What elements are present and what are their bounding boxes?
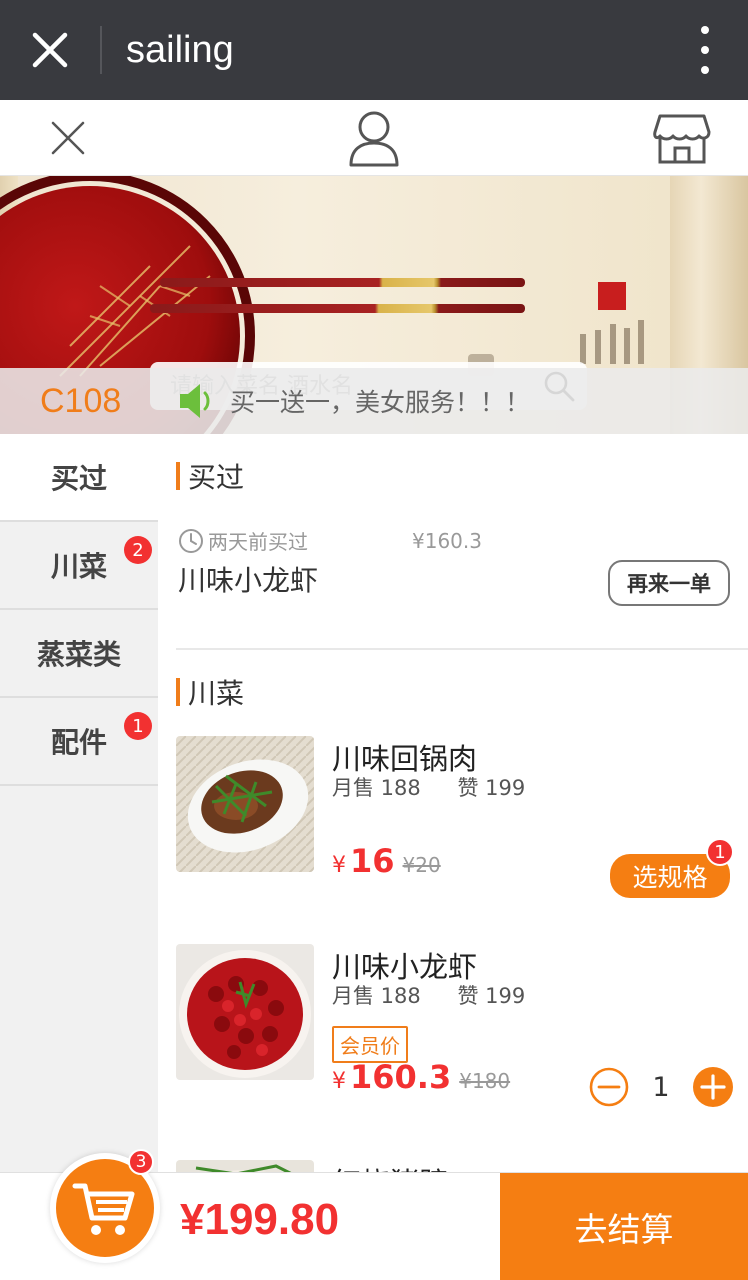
currency-symbol: ¥	[332, 1069, 346, 1094]
section-divider	[176, 648, 748, 650]
sidebar-item-bought[interactable]: 买过	[0, 434, 158, 522]
dish-photo-image	[176, 944, 314, 1080]
dish-price: 160.3	[350, 1058, 452, 1096]
sidebar-item-sichuan[interactable]: 川菜 2	[0, 522, 158, 610]
original-price: ¥180	[459, 1069, 511, 1093]
price-row: ¥ 16 ¥20	[332, 842, 441, 880]
store-button[interactable]	[650, 108, 714, 168]
more-dot	[701, 46, 709, 54]
quantity-value: 1	[652, 1071, 670, 1103]
dish-photo[interactable]	[176, 736, 314, 872]
dish-item: 川味小龙虾 月售 188 赞 199 会员价 ¥ 160.3 ¥180 1	[176, 944, 746, 1114]
user-button[interactable]	[344, 108, 404, 168]
cart-icon	[72, 1183, 135, 1235]
sidebar-item-label: 川菜	[50, 550, 107, 583]
dish-item: 红烧猪蹄	[176, 1160, 746, 1172]
dish-stats: 月售 188 赞 199	[332, 772, 525, 802]
sidebar-item-label: 蒸菜类	[36, 638, 121, 671]
monthly-sales: 月售 188	[332, 776, 421, 800]
banner-seal	[598, 282, 626, 310]
dish-price: 16	[350, 842, 395, 880]
category-count-badge: 1	[124, 712, 152, 740]
close-page-button[interactable]	[40, 108, 96, 168]
clock-icon	[179, 528, 203, 553]
original-price: ¥20	[402, 853, 441, 877]
history-time: 两天前买过	[208, 530, 308, 554]
likes-count: 赞 199	[457, 984, 526, 1008]
close-window-button[interactable]	[0, 0, 100, 100]
dish-item: 川味回锅肉 月售 188 赞 199 ¥ 16 ¥20 选规格 1	[176, 736, 746, 906]
category-count-badge: 2	[124, 536, 152, 564]
table-number: C108	[40, 381, 122, 420]
quantity-stepper: 1	[588, 1066, 734, 1108]
section-accent-bar	[176, 678, 180, 706]
dish-photo[interactable]	[176, 944, 314, 1080]
sidebar-item-label: 买过	[50, 462, 107, 495]
store-icon	[653, 114, 711, 164]
sidebar-item-steamed[interactable]: 蒸菜类	[0, 610, 158, 698]
currency-symbol: ¥	[332, 853, 346, 878]
cart-total: ¥199.80	[180, 1195, 340, 1244]
category-sidebar: 买过 川菜 2 蒸菜类 配件 1	[0, 434, 158, 1172]
title-separator	[100, 26, 102, 74]
more-dot	[701, 66, 709, 74]
banner-chopstick	[160, 278, 525, 287]
more-dot	[701, 26, 709, 34]
section-accent-bar	[176, 462, 180, 490]
history-meta: 两天前买过 ¥160.3	[178, 526, 738, 555]
sidebar-item-label: 配件	[50, 726, 107, 759]
history-price: ¥160.3	[412, 528, 482, 553]
cart-count-badge: 3	[128, 1149, 154, 1175]
close-icon	[51, 121, 85, 155]
selected-count-badge: 1	[706, 838, 734, 866]
reorder-button[interactable]: 再来一单	[608, 560, 730, 606]
monthly-sales: 月售 188	[332, 984, 421, 1008]
likes-count: 赞 199	[457, 776, 526, 800]
plus-icon[interactable]	[692, 1066, 734, 1108]
banner-chopstick	[150, 304, 525, 313]
section-title-text: 买过	[188, 461, 245, 494]
dish-photo-image	[176, 1160, 314, 1172]
section-title-sichuan: 川菜	[176, 672, 244, 712]
dish-photo-image	[176, 736, 314, 872]
announcement-text: 买一送一，美女服务！！！	[230, 388, 531, 417]
more-menu-button[interactable]	[690, 26, 720, 74]
section-title-text: 川菜	[188, 677, 245, 710]
window-title: sailing	[126, 28, 234, 71]
checkout-button[interactable]: 去结算	[500, 1173, 748, 1280]
cart-bar: 3 ¥199.80 去结算	[0, 1149, 748, 1280]
sidebar-item-accessories[interactable]: 配件 1	[0, 698, 158, 786]
notice-bar: C108 买一送一，美女服务！！！	[0, 368, 748, 434]
dish-photo[interactable]	[176, 1160, 314, 1172]
user-icon	[349, 111, 399, 167]
price-row: ¥ 160.3 ¥180	[332, 1058, 510, 1096]
section-title-bought: 买过	[176, 456, 244, 496]
toolbar	[0, 100, 748, 176]
minus-icon[interactable]	[588, 1066, 630, 1108]
title-bar: sailing	[0, 0, 748, 100]
dish-stats: 月售 188 赞 199	[332, 980, 525, 1010]
menu-content[interactable]: 买过 两天前买过 ¥160.3 川味小龙虾 再来一单 川菜 川味回锅肉 月售 1…	[158, 434, 748, 1172]
speaker-icon	[180, 384, 210, 418]
close-icon	[32, 32, 68, 68]
dish-name: 红烧猪蹄	[332, 1160, 448, 1172]
